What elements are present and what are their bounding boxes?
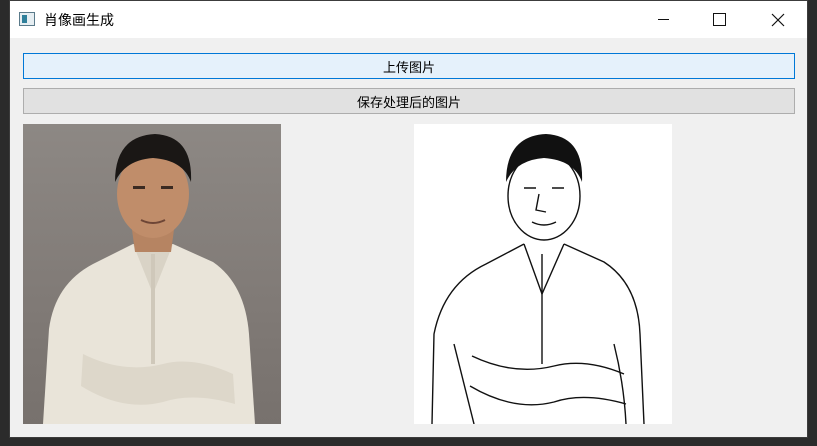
- close-button[interactable]: [755, 1, 801, 38]
- minimize-button[interactable]: [640, 1, 686, 38]
- original-image: [23, 124, 281, 424]
- processed-image: [414, 124, 672, 424]
- maximize-icon: [712, 13, 726, 26]
- app-window-icon: [19, 12, 35, 26]
- window-title: 肖像画生成: [44, 13, 114, 29]
- upload-image-button[interactable]: 上传图片: [23, 53, 795, 79]
- title-bar: 肖像画生成: [10, 1, 807, 38]
- close-icon: [771, 13, 785, 26]
- portrait-sketch: [431, 134, 645, 424]
- maximize-button[interactable]: [696, 1, 742, 38]
- app-window: 肖像画生成 上传图片 保存处理后的图片: [9, 0, 808, 438]
- portrait-photo: [43, 134, 255, 424]
- minimize-icon: [657, 19, 669, 20]
- save-processed-image-button[interactable]: 保存处理后的图片: [23, 88, 795, 114]
